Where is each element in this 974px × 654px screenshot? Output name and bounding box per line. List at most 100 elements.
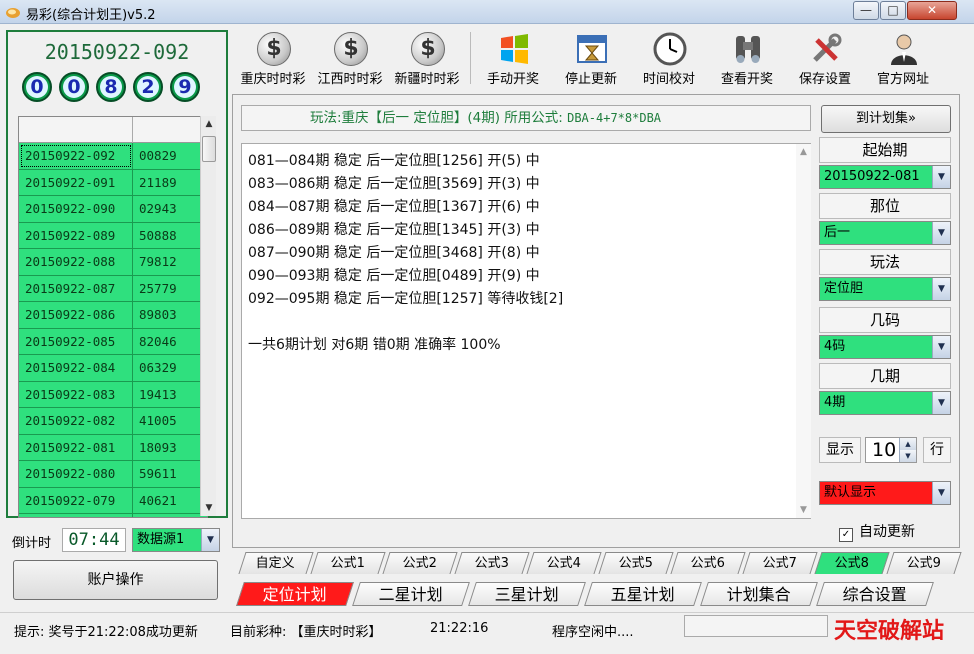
toolbar-button-label: 官方网址 — [876, 72, 929, 87]
to-plan-set-button[interactable]: 到计划集» — [821, 105, 951, 133]
table-row[interactable]: 20150922-082 41005 — [19, 408, 207, 435]
toolbar-button-label: 停止更新 — [564, 72, 617, 87]
toolbar-button-5[interactable]: 时间校对 — [631, 30, 707, 87]
formula-tab[interactable]: 公式2 — [382, 552, 458, 574]
formula-tab[interactable]: 自定义 — [238, 552, 314, 574]
position-select[interactable]: 后一 ▼ — [819, 221, 951, 245]
plan-scrollbar[interactable]: ▲ ▼ — [796, 144, 811, 518]
start-period-value: 20150922-081 — [824, 169, 920, 184]
spin-down-icon[interactable]: ▼ — [899, 450, 916, 462]
scroll-thumb[interactable] — [202, 136, 216, 162]
chevron-down-icon[interactable]: ▼ — [932, 482, 950, 504]
formula-tab[interactable]: 公式3 — [454, 552, 530, 574]
plan-tab[interactable]: 综合设置 — [816, 582, 934, 606]
scroll-down-icon[interactable]: ▼ — [796, 502, 811, 518]
formula-tab[interactable]: 公式9 — [886, 552, 962, 574]
plan-line: 086—089期 稳定 后一定位胆[1345] 开(3) 中 — [248, 222, 540, 238]
plan-line: 081—084期 稳定 后一定位胆[1256] 开(5) 中 — [248, 153, 540, 169]
toolbar-button-8[interactable]: 官方网址 — [865, 30, 941, 87]
draw-ball: 8 — [96, 72, 126, 102]
chevron-down-icon[interactable]: ▼ — [932, 166, 950, 188]
table-row[interactable]: 20150922-091 21189 — [19, 169, 207, 196]
play-select[interactable]: 定位胆 ▼ — [819, 277, 951, 301]
chevron-down-icon[interactable]: ▼ — [201, 529, 219, 551]
toolbar-button-2[interactable]: $ 新疆时时彩 — [389, 30, 465, 87]
chevron-down-icon[interactable]: ▼ — [932, 336, 950, 358]
toolbar-button-6[interactable]: 查看开奖 — [709, 30, 785, 87]
status-idle: 程序空闲中.... — [552, 625, 634, 640]
formula-tab[interactable]: 公式6 — [670, 552, 746, 574]
toolbar-button-3[interactable]: 手动开奖 — [475, 30, 551, 87]
display-mode-select[interactable]: 默认显示 ▼ — [819, 481, 951, 505]
account-button[interactable]: 账户操作 — [13, 560, 218, 600]
calendar-hourglass-icon — [575, 32, 609, 66]
clock-icon — [653, 32, 687, 66]
formula-tab[interactable]: 公式1 — [310, 552, 386, 574]
draw-ball: 0 — [22, 72, 52, 102]
plan-tab-label: 五星计划 — [610, 585, 675, 604]
cell-number: 21189 — [139, 174, 177, 190]
table-row[interactable]: 20150922-084 06329 — [19, 355, 207, 382]
plan-tab[interactable]: 五星计划 — [584, 582, 702, 606]
draw-ball: 2 — [133, 72, 163, 102]
data-source-select[interactable]: 数据源1 ▼ — [132, 528, 220, 552]
formula-tab[interactable]: 公式5 — [598, 552, 674, 574]
chevron-down-icon[interactable]: ▼ — [932, 222, 950, 244]
table-row[interactable]: 20150922-090 02943 — [19, 196, 207, 223]
formula-tab[interactable]: 公式7 — [742, 552, 818, 574]
scroll-up-icon[interactable]: ▲ — [201, 116, 217, 132]
close-button[interactable]: ✕ — [907, 1, 957, 20]
scroll-up-icon[interactable]: ▲ — [796, 144, 811, 160]
plan-tab[interactable]: 二星计划 — [352, 582, 470, 606]
toolbar-button-1[interactable]: $ 江西时时彩 — [312, 30, 388, 87]
table-row[interactable]: 20150922-080 59611 — [19, 461, 207, 488]
play-label: 玩法 — [819, 249, 951, 275]
formula-tab[interactable]: 公式8 — [814, 552, 890, 574]
dollar-coin-icon: $ — [334, 32, 368, 66]
toolbar-button-0[interactable]: $ 重庆时时彩 — [235, 30, 311, 87]
auto-update-checkbox[interactable]: ✓ 自动更新 — [839, 521, 915, 542]
show-count-stepper[interactable]: 10 ▲ ▼ — [865, 437, 917, 463]
plan-tab[interactable]: 计划集合 — [700, 582, 818, 606]
cell-number: 89803 — [139, 307, 177, 322]
table-row[interactable]: 20150922-089 50888 — [19, 222, 207, 249]
column-header-period[interactable] — [19, 117, 133, 143]
codes-select[interactable]: 4码 ▼ — [819, 335, 951, 359]
minimize-button[interactable]: — — [853, 1, 879, 20]
plan-tab[interactable]: 三星计划 — [468, 582, 586, 606]
toolbar-button-7[interactable]: 保存设置 — [787, 30, 863, 87]
formula-tab-label: 公式2 — [402, 556, 437, 571]
draw-ball: 0 — [59, 72, 89, 102]
cell-period: 20150922-087 — [19, 275, 133, 301]
toolbar-button-label: 重庆时时彩 — [240, 72, 306, 87]
window-title: 易彩(综合计划王)v5.2 — [26, 8, 156, 23]
maximize-button[interactable]: □ — [880, 1, 906, 20]
scroll-down-icon[interactable]: ▼ — [201, 500, 217, 516]
toolbar-button-4[interactable]: 停止更新 — [553, 30, 629, 87]
table-row[interactable]: 20150922-085 82046 — [19, 328, 207, 355]
formula-tab-label: 公式1 — [330, 556, 365, 571]
table-row[interactable]: 20150922-079 40621 — [19, 487, 207, 514]
spin-up-icon[interactable]: ▲ — [899, 438, 916, 450]
start-period-select[interactable]: 20150922-081 ▼ — [819, 165, 951, 189]
column-header-number[interactable] — [133, 117, 207, 143]
table-row[interactable]: 20150922-07834178 — [19, 514, 207, 517]
plan-tab[interactable]: 定位计划 — [236, 582, 354, 606]
table-row[interactable]: 20150922-088 79812 — [19, 249, 207, 276]
draw-panel: 20150922-092 0 0 8 2 9 20150922-092 00829… — [6, 30, 228, 518]
formula-tab[interactable]: 公式4 — [526, 552, 602, 574]
formula-tab-label: 公式7 — [762, 556, 797, 571]
tools-icon — [809, 32, 843, 66]
checkbox-icon[interactable]: ✓ — [839, 528, 853, 542]
table-row[interactable]: 20150922-086 89803 — [19, 302, 207, 329]
plan-line: 087—090期 稳定 后一定位胆[3468] 开(8) 中 — [248, 245, 540, 261]
table-row[interactable]: 20150922-081 18093 — [19, 434, 207, 461]
table-row[interactable]: 20150922-092 00829 — [19, 143, 207, 170]
table-row[interactable]: 20150922-087 25779 — [19, 275, 207, 302]
history-scrollbar[interactable]: ▲ ▼ — [200, 116, 216, 516]
table-row[interactable]: 20150922-083 19413 — [19, 381, 207, 408]
chevron-down-icon[interactable]: ▼ — [932, 278, 950, 300]
plan-result-box[interactable]: 081—084期 稳定 后一定位胆[1256] 开(5) 中 083—086期 稳… — [241, 143, 811, 519]
chevron-down-icon[interactable]: ▼ — [932, 392, 950, 414]
periods-select[interactable]: 4期 ▼ — [819, 391, 951, 415]
